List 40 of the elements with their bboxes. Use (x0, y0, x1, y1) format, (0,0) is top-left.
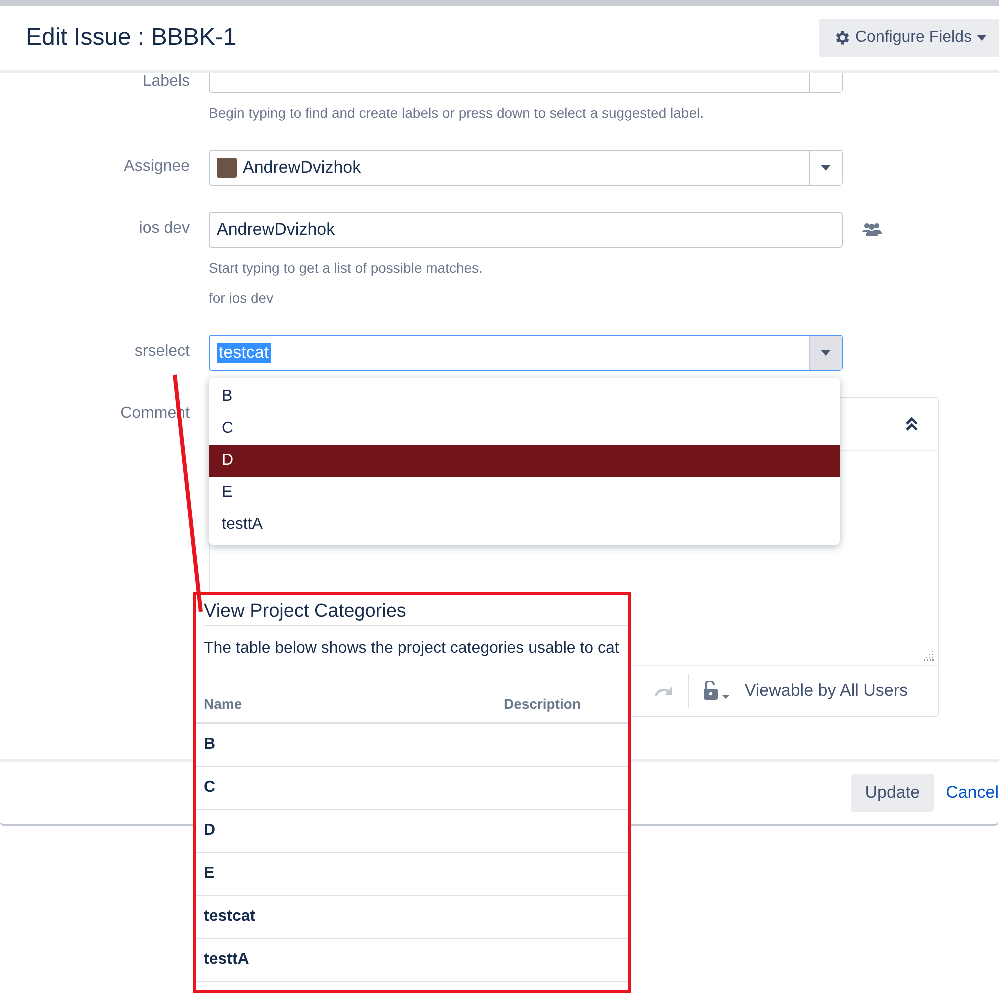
visibility-label[interactable]: Viewable by All Users (744, 681, 908, 701)
callout-description: The table below shows the project categories usable to cat (204, 640, 620, 658)
field-label: Assignee (123, 157, 190, 176)
double-chevron-up-icon[interactable] (906, 417, 918, 431)
column-header: Name (204, 696, 244, 712)
table-cell: D (204, 822, 216, 840)
table-cell: testtA (204, 951, 250, 969)
cancel-link[interactable]: Cancel (946, 774, 999, 812)
configure-fields-button[interactable]: Configure Fields (818, 19, 999, 57)
field-label: ios dev (138, 219, 190, 238)
dropdown-option[interactable]: E (209, 477, 840, 509)
selected-text: testcat (217, 343, 272, 363)
help-text: Start typing to get a list of possible matches. (209, 260, 484, 276)
dropdown-option[interactable]: testtA (209, 509, 840, 541)
resize-handle-icon (924, 651, 934, 661)
field-label: srselect (134, 342, 190, 361)
dropdown-option[interactable]: D (209, 445, 840, 477)
assignee-select[interactable]: AndrewDvizhok (209, 150, 843, 186)
caret-icon (977, 35, 987, 41)
update-button[interactable]: Update (851, 774, 934, 812)
table-cell: E (204, 865, 215, 883)
user-picker-field[interactable]: AndrewDvizhok (209, 212, 843, 248)
labels-field[interactable] (209, 73, 843, 93)
field-label: Labels (142, 73, 190, 91)
caret-icon (821, 350, 831, 356)
avatar-placeholder (217, 158, 237, 178)
dropdown-option[interactable]: B (209, 381, 840, 413)
table-cell: C (204, 779, 216, 797)
dropdown-option[interactable]: C (209, 413, 840, 445)
help-text: Begin typing to find and create labels or press down to select a suggested label. (209, 105, 705, 121)
table-cell: B (204, 736, 216, 754)
people-icon[interactable] (862, 222, 882, 236)
unlocked-padlock-icon[interactable] (702, 681, 731, 701)
dialog-title: Edit Issue : BBBK-1 (26, 24, 237, 52)
table-cell: testcat (204, 908, 256, 926)
caret-icon (821, 165, 831, 171)
column-header: Description (504, 696, 582, 712)
help-text: for ios dev (209, 290, 275, 306)
assignee-value: AndrewDvizhok (243, 158, 362, 178)
callout-title: View Project Categories (204, 601, 628, 626)
